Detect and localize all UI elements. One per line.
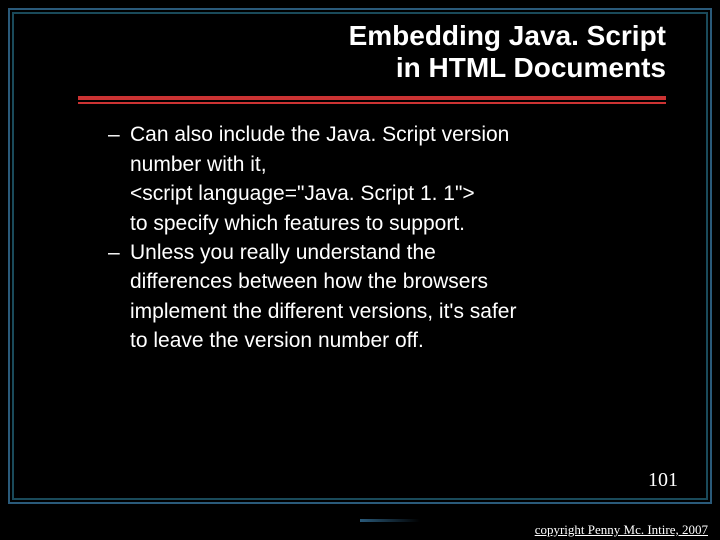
dash-icon: – [108,120,120,149]
bullet-line: implement the different versions, it's s… [130,297,632,326]
title-line-2: in HTML Documents [396,52,666,83]
dash-icon: – [108,238,120,267]
copyright-text: copyright Penny Mc. Intire, 2007 [535,522,708,538]
slide-title: Embedding Java. Script in HTML Documents [78,20,666,84]
bullet-line: to leave the version number off. [130,326,632,355]
title-underline [78,96,666,100]
bottom-divider [360,519,420,522]
bullet-line: differences between how the browsers [130,267,632,296]
bullet-line: Unless you really understand the [130,238,632,267]
body-area: – Can also include the Java. Script vers… [18,100,702,355]
bullet-line: Can also include the Java. Script versio… [130,120,632,149]
bullet-item: – Unless you really understand the diffe… [108,238,632,356]
bullet-line: number with it, [130,150,632,179]
slide-content: Embedding Java. Script in HTML Documents… [18,18,702,496]
title-area: Embedding Java. Script in HTML Documents [18,18,702,90]
bullet-line: <script language="Java. Script 1. 1"> [130,179,632,208]
bullet-line: to specify which features to support. [130,209,632,238]
bullet-item: – Can also include the Java. Script vers… [108,120,632,238]
page-number: 101 [648,469,678,492]
title-line-1: Embedding Java. Script [349,20,666,51]
